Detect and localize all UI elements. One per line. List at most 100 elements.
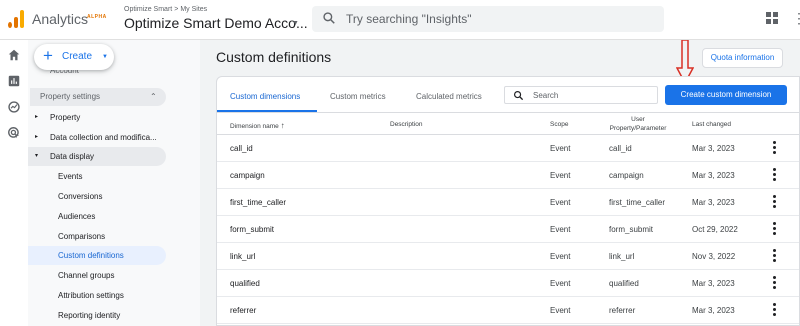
property-settings-section[interactable]: Property settings ⌃	[30, 88, 166, 106]
alpha-badge: ALPHA	[87, 14, 107, 20]
global-search[interactable]: Try searching "Insights"	[312, 6, 664, 32]
nav-item-audiences[interactable]: Audiences	[28, 207, 164, 226]
cell-scope: Event	[550, 306, 571, 315]
cell-last-changed: Mar 3, 2023	[692, 306, 735, 315]
column-header-user-property: User Property/Parameter	[606, 115, 670, 133]
cell-scope: Event	[550, 225, 571, 234]
table-row[interactable]: campaign Event campaign Mar 3, 2023	[217, 162, 799, 189]
nav-item-comparisons[interactable]: Comparisons	[28, 227, 164, 246]
cell-dimension-name: form_submit	[230, 225, 275, 234]
search-placeholder: Try searching "Insights"	[346, 12, 472, 26]
row-menu-icon[interactable]	[773, 195, 777, 209]
app-name: Analytics	[32, 11, 89, 27]
nav-item-data-display[interactable]: ▾ Data display	[28, 147, 166, 166]
row-menu-icon[interactable]	[773, 249, 777, 263]
cell-parameter: first_time_caller	[609, 198, 666, 207]
column-header-last-changed: Last changed	[692, 121, 732, 128]
analytics-logo-icon[interactable]	[8, 10, 24, 28]
header-label: Dimension name	[230, 123, 279, 130]
row-menu-icon[interactable]	[773, 303, 777, 317]
header-line-2: Property/Parameter	[609, 125, 667, 132]
cell-last-changed: Mar 3, 2023	[692, 171, 735, 180]
cell-dimension-name: campaign	[230, 171, 265, 180]
column-header-dimension-name[interactable]: Dimension name ↑	[230, 121, 285, 130]
table-row[interactable]: qualified Event qualified Mar 3, 2023	[217, 270, 799, 297]
nav-item-events[interactable]: Events	[28, 167, 164, 186]
nav-item-label: Conversions	[58, 192, 103, 201]
tab-custom-metrics[interactable]: Custom metrics	[330, 92, 386, 101]
row-menu-icon[interactable]	[773, 141, 777, 155]
cell-dimension-name: call_id	[230, 144, 253, 153]
cell-parameter: qualified	[609, 279, 639, 288]
table-row[interactable]: link_url Event link_url Nov 3, 2022	[217, 243, 799, 270]
nav-item-data-collection[interactable]: ▸ Data collection and modifica...	[28, 128, 164, 147]
expand-arrow-icon: ▸	[35, 134, 39, 140]
admin-nav-panel: Account + Create ▼ Property settings ⌃ ▸…	[28, 40, 200, 326]
nav-item-label: Comparisons	[58, 232, 106, 241]
row-menu-icon[interactable]	[773, 222, 777, 236]
explore-icon[interactable]	[7, 100, 21, 114]
nav-item-label: Events	[58, 172, 83, 181]
cell-parameter: call_id	[609, 144, 632, 153]
create-label: Create	[62, 51, 93, 62]
collapse-arrow-icon: ▾	[35, 153, 39, 159]
nav-item-label: Reporting identity	[58, 311, 121, 320]
nav-item-label: Property	[50, 113, 81, 122]
cell-last-changed: Nov 3, 2022	[692, 252, 736, 261]
nav-item-property[interactable]: ▸ Property	[28, 108, 164, 127]
search-placeholder: Search	[533, 91, 559, 100]
table-row[interactable]: referrer Event referrer Mar 3, 2023	[217, 297, 799, 324]
nav-item-label: Channel groups	[58, 271, 115, 280]
column-header-description: Description	[390, 121, 423, 128]
cell-last-changed: Mar 3, 2023	[692, 279, 735, 288]
chevron-down-icon: ▼	[102, 54, 108, 60]
row-menu-icon[interactable]	[773, 276, 777, 290]
table-search-input[interactable]: Search	[504, 86, 658, 104]
cell-dimension-name: referrer	[230, 306, 257, 315]
breadcrumb-account: Optimize Smart	[124, 6, 173, 13]
home-icon[interactable]	[7, 48, 21, 62]
cell-dimension-name: link_url	[230, 252, 256, 261]
nav-item-attribution-settings[interactable]: Attribution settings	[28, 286, 164, 305]
cell-parameter: campaign	[609, 171, 644, 180]
account-breadcrumb[interactable]: Optimize Smart > My Sites	[124, 6, 207, 13]
table-row[interactable]: form_submit Event form_submit Oct 29, 20…	[217, 216, 799, 243]
apps-grid-icon[interactable]	[766, 12, 778, 24]
nav-item-conversions[interactable]: Conversions	[28, 187, 164, 206]
column-header-scope: Scope	[550, 121, 569, 128]
create-button[interactable]: + Create ▼	[34, 44, 114, 70]
tab-custom-dimensions[interactable]: Custom dimensions	[230, 92, 300, 101]
nav-item-label: Data display	[50, 152, 95, 161]
advertising-icon[interactable]	[7, 126, 21, 140]
quota-information-button[interactable]: Quota information	[702, 48, 783, 68]
main-content: Custom definitions Quota information Cus…	[200, 40, 800, 326]
create-custom-dimension-button[interactable]: Create custom dimension	[665, 85, 787, 105]
account-selector[interactable]: Optimize Smart Demo Acco...	[124, 15, 308, 31]
left-rail	[0, 40, 28, 326]
cell-dimension-name: first_time_caller	[230, 198, 287, 207]
section-label: Property settings	[40, 92, 101, 101]
cell-scope: Event	[550, 252, 571, 261]
cell-last-changed: Mar 3, 2023	[692, 144, 735, 153]
table-row[interactable]: first_time_caller Event first_time_calle…	[217, 189, 799, 216]
nav-item-label: Data collection and modifica...	[50, 133, 157, 142]
more-vert-icon[interactable]: ⋮	[792, 10, 800, 27]
chevron-up-icon: ⌃	[150, 92, 157, 101]
nav-item-channel-groups[interactable]: Channel groups	[28, 266, 164, 285]
cell-last-changed: Mar 3, 2023	[692, 198, 735, 207]
nav-item-custom-definitions[interactable]: Custom definitions	[28, 246, 166, 265]
account-dropdown-icon[interactable]: ▼	[292, 20, 299, 27]
tab-calculated-metrics[interactable]: Calculated metrics	[416, 92, 482, 101]
row-menu-icon[interactable]	[773, 168, 777, 182]
nav-item-reporting-identity[interactable]: Reporting identity	[28, 306, 164, 325]
table-row[interactable]: call_id Event call_id Mar 3, 2023	[217, 135, 799, 162]
page-title: Custom definitions	[216, 49, 332, 65]
cell-scope: Event	[550, 171, 571, 180]
table-header: Dimension name ↑ Description Scope User …	[217, 113, 799, 135]
cell-dimension-name: qualified	[230, 279, 260, 288]
cell-parameter: referrer	[609, 306, 636, 315]
cell-parameter: form_submit	[609, 225, 654, 234]
reports-icon[interactable]	[7, 74, 21, 88]
sort-ascending-icon: ↑	[280, 121, 285, 130]
plus-icon: +	[43, 46, 53, 65]
